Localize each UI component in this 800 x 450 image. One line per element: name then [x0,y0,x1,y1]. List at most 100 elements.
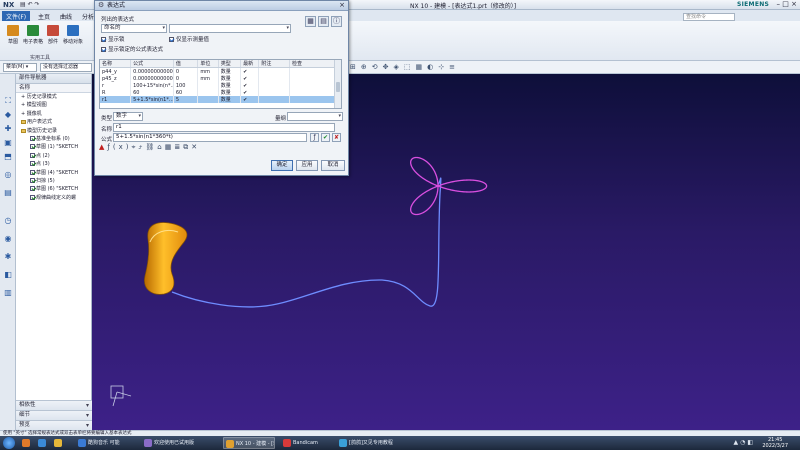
details-section[interactable]: 细节 ▾ [16,410,92,420]
rotate-icon[interactable]: ⟲ [372,63,383,71]
function-icon[interactable]: ƒ(x) [107,143,131,151]
process-studio-icon[interactable]: ✱ [3,252,13,261]
column-header[interactable]: 检查 [289,60,341,68]
taskbar-app[interactable]: 酷狗音乐 可能 [76,437,136,449]
quick-access-toolbar[interactable]: ▤ ↶ ↷ [20,1,40,8]
checkbox-icon[interactable] [30,169,35,175]
tree-node[interactable]: + 摄像机 [16,110,91,118]
list-expressions-select[interactable]: 命名的 ▾ [101,24,167,33]
table-row[interactable]: r1 5+1.5*sin(n1*… 5 数量 ✔ [100,96,341,103]
media-player-icon[interactable] [36,437,50,449]
navigator-column-name[interactable]: 名称 [16,84,91,93]
tree-node[interactable]: 用户表达式 [16,118,91,126]
tree-node[interactable]: 草图 (1) "SKETCH [16,143,91,151]
tree-node[interactable]: + 历史记录模式 [16,93,91,101]
selection-filter-select[interactable]: 没有选择过滤器 [40,63,92,72]
pan-icon[interactable]: ✥ [383,63,394,71]
manufacturing-wizard-icon[interactable]: ◧ [3,270,13,279]
column-header[interactable]: 单位 [197,60,219,68]
window-controls[interactable]: – □ × [777,0,797,8]
open-folder-icon[interactable]: ⌂ [157,143,164,151]
checkbox-icon[interactable] [30,135,35,141]
system-tray[interactable]: ▲◔◧ [733,439,755,446]
column-header[interactable]: 值 [173,60,199,68]
history-icon[interactable]: ◷ [3,216,13,225]
part-button[interactable]: 部件 [43,25,63,47]
tab-curve[interactable]: 曲线 [56,11,76,21]
spreadsheet-icon[interactable]: ▦ [165,143,175,151]
save-icon[interactable]: ▤ [20,1,26,8]
redo-icon[interactable]: ↷ [35,1,40,8]
ime-icon[interactable]: ◧ [747,439,755,446]
accept-edit-icon[interactable]: ✔ [321,133,330,142]
table-row[interactable]: R 60 60 数量 ✔ [100,89,341,96]
clock[interactable]: 21:45 2022/3/27 [762,437,788,449]
undo-icon[interactable]: ↶ [28,1,33,8]
spreadsheet-button[interactable]: 电子表格 [23,25,43,47]
table-row[interactable]: p44_y 0.00000000000 0 mm 数量 ✔ [100,67,341,75]
taskbar-app[interactable]: [鸽鸽]又见专用教程 [337,437,417,449]
fit-view-icon[interactable]: ⊞ [350,63,361,71]
layer-icon[interactable]: ≡ [449,63,460,71]
part-navigator-icon[interactable]: ◆ [3,110,13,119]
only-measured-checkbox[interactable]: 仅显示测量值 [169,35,209,43]
table-scrollbar[interactable] [334,60,341,108]
tree-node[interactable]: 扫掠 (5) [16,177,91,185]
start-button[interactable] [3,437,15,449]
close-icon[interactable]: × [791,0,797,8]
rose-curve[interactable] [410,156,488,216]
column-header[interactable]: 类型 [218,60,242,68]
column-header[interactable]: 附注 [258,60,290,68]
system-materials-icon[interactable]: ◉ [3,234,13,243]
dimension-select[interactable]: ▾ [287,112,343,121]
snap-icon[interactable]: ⊹ [438,63,449,71]
palette-icon[interactable]: ▤ [3,188,13,197]
swept-solid[interactable] [144,222,188,295]
preview-section[interactable]: 预览 ▾ [16,420,92,430]
taskbar-app[interactable]: Bandicam [281,437,331,449]
ok-button[interactable]: 确定 [271,160,293,171]
browser-icon[interactable] [20,437,34,449]
dependencies-section[interactable]: 相依性 ▾ [16,400,92,410]
command-search-input[interactable]: 查找命令 [683,13,735,21]
table-row[interactable]: r 100+15*sin(n*… 100 数量 ✔ [100,82,341,89]
tree-node[interactable]: + 模型视图 [16,101,91,109]
zoom-icon[interactable]: ⊕ [361,63,372,71]
show-locked-checkbox[interactable]: 显示锁 [101,35,125,43]
checkbox-icon[interactable] [30,152,35,158]
tree-node[interactable]: 规律曲线定义的螺 [16,194,91,202]
explorer-icon[interactable] [52,437,66,449]
view-toolbar[interactable]: ⊞⊕⟲✥◈⬚▦◐⊹≡ [350,63,460,73]
background-icon[interactable]: ▦ [416,63,428,71]
checkbox-icon[interactable] [30,144,35,150]
reuse-library-icon[interactable]: ▣ [3,138,13,147]
column-header[interactable]: 名称 [100,60,132,68]
tree-node[interactable]: 草图 (6) "SKETCH [16,185,91,193]
delete-icon[interactable]: ✕ [191,143,200,151]
column-header[interactable]: 公式 [130,60,174,68]
tree-node[interactable]: 草图 (4) "SKETCH [16,169,91,177]
tree-node[interactable]: 模型历史记录 [16,127,91,135]
maximize-icon[interactable]: □ [782,0,789,8]
move-object-button[interactable]: 移动对象 [63,25,83,47]
dialog-title-bar[interactable]: ⚙ 表达式 × [95,1,348,11]
close-icon[interactable]: × [339,1,345,10]
tree-node[interactable]: 点 (2) [16,152,91,160]
taskbar-app[interactable]: NX 10 - 建模 - [表 [223,437,275,449]
hd3d-tools-icon[interactable]: ⬒ [3,152,13,161]
sketch-button[interactable]: 草图 [3,25,23,47]
table-row[interactable]: p45_z 0.00000000000 0 mm 数量 ✔ [100,75,341,82]
spreadsheet-edit-icon[interactable]: ▦ [305,16,316,27]
checkbox-icon[interactable] [30,177,35,183]
cancel-button[interactable]: 取消 [321,160,345,171]
type-select[interactable]: 数字 ▾ [113,112,143,121]
checkbox-icon[interactable] [30,194,35,200]
render-style-icon[interactable]: ◈ [394,63,404,71]
import-export-icon[interactable]: ▤ [318,16,329,27]
law-curve[interactable] [171,177,442,308]
roles-icon[interactable]: ▥ [3,288,13,297]
formula-field[interactable]: 5+1.5*sin(n1*360*t) [113,133,307,142]
menu-button[interactable]: 菜单(M) ▾ [3,63,37,72]
constraint-navigator-icon[interactable]: ✚ [3,124,13,133]
link-icon[interactable]: ⛓ [145,143,157,151]
